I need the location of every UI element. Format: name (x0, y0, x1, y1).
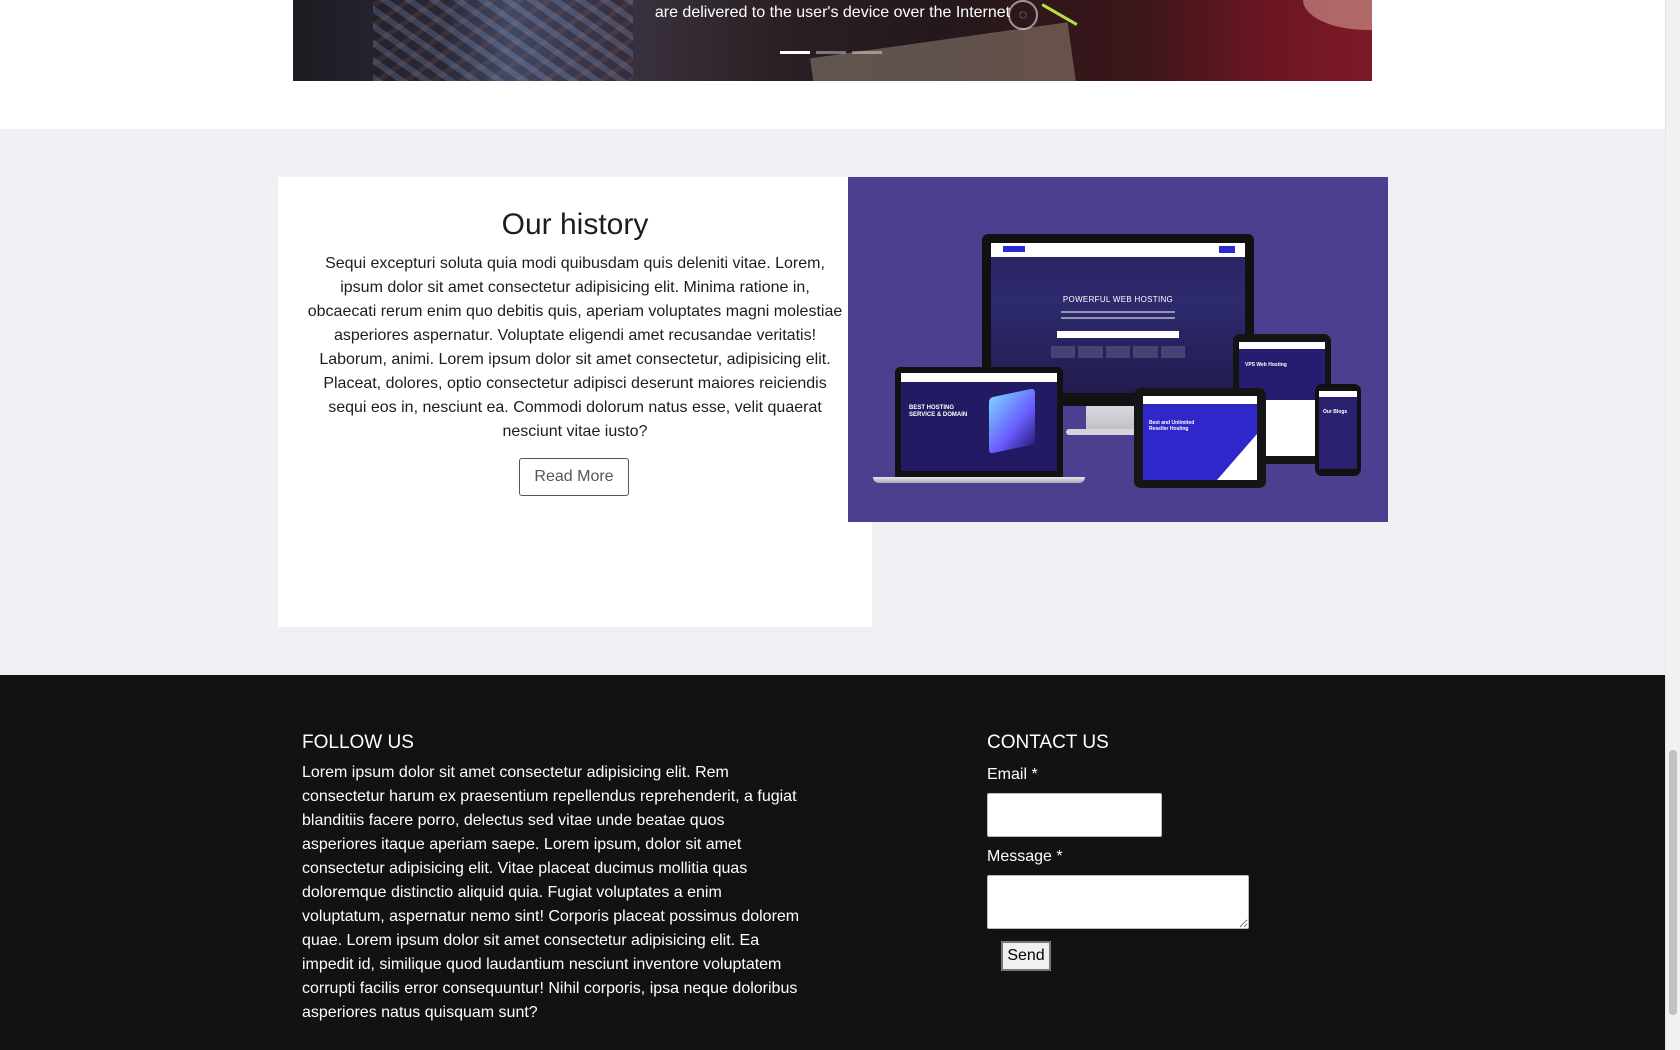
tablet-navbar (1143, 396, 1257, 404)
send-button[interactable]: Send (1001, 941, 1051, 971)
page: ◌ are delivered to the user's device ove… (0, 0, 1665, 1050)
carousel-caption: are delivered to the user's device over … (654, 4, 1011, 21)
server-illustration (989, 388, 1035, 454)
laptop-base (873, 477, 1085, 483)
carousel-section: ◌ are delivered to the user's device ove… (0, 0, 1665, 129)
phone-heading: Our Blogs (1323, 409, 1348, 415)
contact-us-heading: CONTACT US (987, 732, 1109, 753)
tablet-portrait-heading: VPS Web Hosting (1245, 362, 1287, 368)
history-text: Sequi excepturi soluta quia modi quibusd… (307, 255, 843, 440)
laptop-heading: BEST HOSTING SERVICE & DOMAIN (909, 405, 968, 418)
message-label: Message * (987, 848, 1063, 865)
carousel-indicator-3[interactable] (852, 51, 882, 54)
footer: FOLLOW US Lorem ipsum dolor sit amet con… (0, 675, 1665, 1050)
tablet-wedge (1217, 434, 1257, 480)
laptop-screen: BEST HOSTING SERVICE & DOMAIN (901, 373, 1057, 471)
scrollbar-thumb[interactable] (1669, 750, 1677, 1015)
email-label: Email * (987, 766, 1038, 783)
tablet-mockup: Best and Unlimited Reseller Hosting (1134, 388, 1266, 488)
history-image-devices: POWERFUL WEB HOSTING BEST HOSTING SERVIC… (848, 177, 1388, 522)
tablet-heading: Best and Unlimited Reseller Hosting (1149, 420, 1195, 432)
laptop-navbar (901, 373, 1057, 382)
follow-us-heading: FOLLOW US (302, 732, 414, 753)
screen-text-line (1061, 311, 1175, 313)
carousel: ◌ are delivered to the user's device ove… (293, 0, 1372, 81)
history-card: Our history Sequi excepturi soluta quia … (278, 177, 872, 627)
screen-search-bar (1057, 331, 1179, 338)
monitor-heading: POWERFUL WEB HOSTING (1062, 295, 1174, 304)
tablet-portrait-navbar (1239, 342, 1325, 349)
email-field[interactable] (987, 793, 1162, 837)
phone-screen: Our Blogs (1319, 391, 1357, 469)
follow-us-column: FOLLOW US Lorem ipsum dolor sit amet con… (302, 731, 802, 1025)
history-section: Our history Sequi excepturi soluta quia … (0, 129, 1665, 675)
tablet-screen: Best and Unlimited Reseller Hosting (1143, 396, 1257, 480)
phone-navbar (1319, 391, 1357, 397)
contact-form: CONTACT US Email * Message * Send (987, 731, 1287, 971)
follow-us-text: Lorem ipsum dolor sit amet consectetur a… (302, 764, 800, 1021)
screen-logo (1003, 246, 1025, 252)
page-scrollbar[interactable] (1665, 0, 1680, 1050)
screen-stats (1051, 346, 1186, 358)
laptop-mockup: BEST HOSTING SERVICE & DOMAIN (895, 367, 1063, 477)
phone-mockup: Our Blogs (1315, 384, 1361, 476)
carousel-indicator-1[interactable] (780, 51, 810, 54)
read-more-button[interactable]: Read More (519, 458, 629, 496)
screen-nav-button (1219, 246, 1235, 253)
screen-text-line (1061, 317, 1175, 319)
screen-navbar (991, 243, 1245, 257)
message-field[interactable] (987, 875, 1249, 929)
history-title: Our history (501, 208, 649, 241)
carousel-indicators (780, 51, 882, 54)
carousel-indicator-2[interactable] (816, 51, 846, 54)
